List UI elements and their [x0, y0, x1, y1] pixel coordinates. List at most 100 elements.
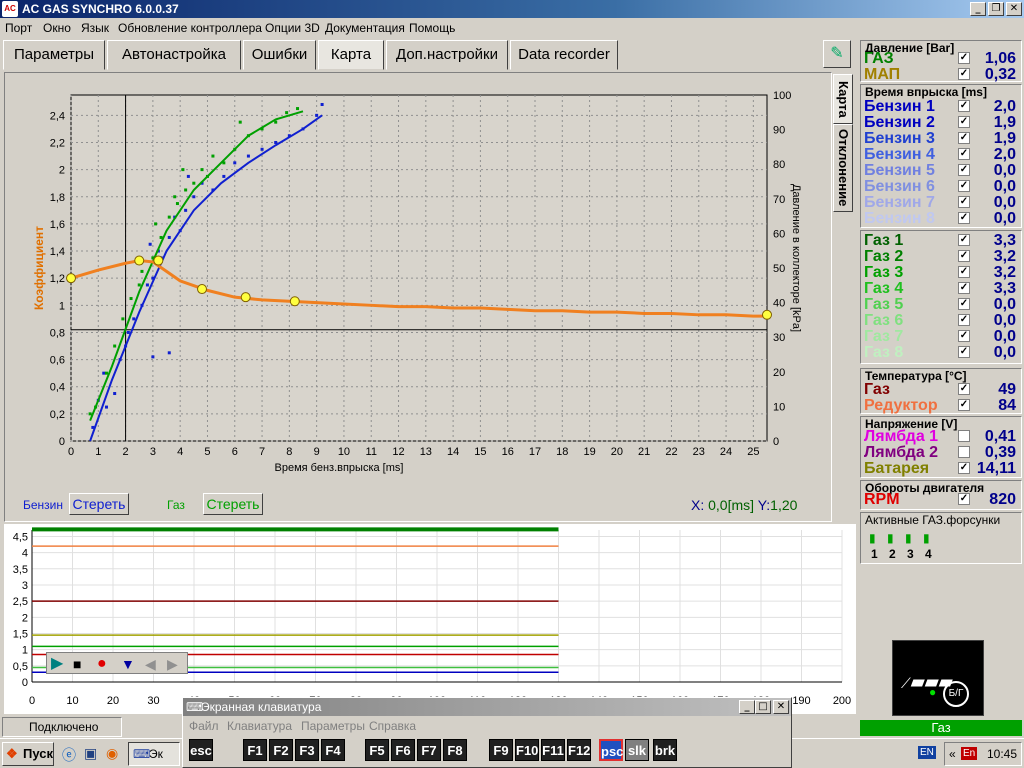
temp-row-checkbox[interactable]: ✓ — [958, 399, 970, 411]
recorder-chart[interactable]: 0102030405060708090100110120130140150160… — [4, 524, 856, 714]
tab-extra-settings[interactable]: Доп.настройки — [386, 40, 508, 70]
gas-row-checkbox[interactable]: ✓ — [958, 298, 970, 310]
injector-4-label: 4 — [925, 547, 932, 561]
tray-arrow-icon[interactable]: « — [949, 747, 956, 761]
key-slk[interactable]: slk — [625, 739, 649, 761]
lower-x-tick-label: 20 — [107, 695, 119, 707]
firefox-icon[interactable]: ◉ — [106, 745, 118, 762]
pressure-row-checkbox[interactable]: ✓ — [958, 52, 970, 64]
ie-icon[interactable]: ⓔ — [62, 745, 76, 765]
key-f9[interactable]: F9 — [489, 739, 513, 761]
key-esc[interactable]: esc — [189, 739, 213, 761]
injection-row-checkbox[interactable]: ✓ — [958, 132, 970, 144]
benzin-point — [102, 371, 106, 375]
vtab-deviation[interactable]: Отклонение — [833, 124, 853, 212]
tab-map[interactable]: Карта — [318, 40, 384, 70]
osk-minimize-button[interactable]: _ — [739, 700, 755, 714]
rpm-row-checkbox[interactable]: ✓ — [958, 493, 970, 505]
gas-row-checkbox[interactable]: ✓ — [958, 266, 970, 278]
recorder-chart-svg: 0102030405060708090100110120130140150160… — [13, 527, 851, 707]
gas-row-checkbox[interactable]: ✓ — [958, 346, 970, 358]
key-f4[interactable]: F4 — [321, 739, 345, 761]
injection-row-checkbox[interactable]: ✓ — [958, 164, 970, 176]
gas-row-checkbox[interactable]: ✓ — [958, 234, 970, 246]
menu-window[interactable]: Окно — [43, 21, 71, 35]
next-icon[interactable]: ▶ — [167, 655, 185, 673]
gaz-point — [274, 120, 278, 124]
prev-icon[interactable]: ◀ — [145, 655, 163, 673]
lang-indicator[interactable]: EN — [918, 746, 936, 759]
key-f2[interactable]: F2 — [269, 739, 293, 761]
gas-row-checkbox[interactable]: ✓ — [958, 330, 970, 342]
key-f3[interactable]: F3 — [295, 739, 319, 761]
gas-row-checkbox[interactable]: ✓ — [958, 282, 970, 294]
key-psc[interactable]: psc — [599, 739, 623, 761]
menu-controller-update[interactable]: Обновление контроллера — [118, 21, 262, 35]
gas-row-checkbox[interactable]: ✓ — [958, 250, 970, 262]
record-icon[interactable]: ● — [97, 655, 115, 673]
key-brk[interactable]: brk — [653, 739, 677, 761]
menu-3d-options[interactable]: Опции 3D — [265, 21, 320, 35]
temp-row-checkbox[interactable]: ✓ — [958, 383, 970, 395]
tray-lang[interactable]: En — [961, 747, 978, 760]
gaz-point — [260, 127, 264, 131]
injection-row-checkbox[interactable]: ✓ — [958, 148, 970, 160]
osk-menu-help[interactable]: Справка — [369, 719, 416, 733]
pressure-node — [134, 255, 145, 266]
injection-row-checkbox[interactable]: ✓ — [958, 196, 970, 208]
maximize-button[interactable]: ❐ — [988, 2, 1004, 16]
key-f12[interactable]: F12 — [567, 739, 591, 761]
osk-close-button[interactable]: ✕ — [773, 700, 789, 714]
menu-language[interactable]: Язык — [81, 21, 109, 35]
injection-row-checkbox[interactable]: ✓ — [958, 100, 970, 112]
key-f7[interactable]: F7 — [417, 739, 441, 761]
key-f8[interactable]: F8 — [443, 739, 467, 761]
gaz-point — [181, 168, 185, 172]
gaz-point — [222, 161, 226, 165]
close-button[interactable]: ✕ — [1006, 2, 1022, 16]
download-icon[interactable]: ▼ — [121, 655, 139, 673]
minimize-button[interactable]: _ — [970, 2, 986, 16]
save-icon[interactable]: ▣ — [84, 745, 97, 762]
menu-documentation[interactable]: Документация — [325, 21, 405, 35]
osk-maximize-button[interactable]: □ — [755, 700, 771, 714]
injection-row-checkbox[interactable]: ✓ — [958, 116, 970, 128]
key-f6[interactable]: F6 — [391, 739, 415, 761]
benzin-point — [140, 303, 144, 307]
taskbar-item[interactable]: ⌨ Эк — [128, 742, 180, 766]
vtab-map[interactable]: Карта — [833, 74, 853, 124]
x-tick-label: 23 — [693, 446, 705, 458]
key-f11[interactable]: F11 — [541, 739, 565, 761]
gas-row-checkbox[interactable]: ✓ — [958, 314, 970, 326]
stop-icon[interactable]: ■ — [73, 655, 91, 673]
osk-titlebar[interactable]: ⌨ Экранная клавиатура _ □ ✕ — [183, 698, 791, 716]
key-f5[interactable]: F5 — [365, 739, 389, 761]
key-f1[interactable]: F1 — [243, 739, 267, 761]
tab-errors[interactable]: Ошибки — [243, 40, 316, 70]
injection-row-checkbox[interactable]: ✓ — [958, 180, 970, 192]
pressure-row-checkbox[interactable]: ✓ — [958, 68, 970, 80]
tab-data-recorder[interactable]: Data recorder — [510, 40, 618, 70]
map-chart[interactable]: 0 1 2 3 4 5 6 7 8 9 10 11 12 13 14 15 16 17 18 19 20 21 22 23 24… — [5, 73, 831, 521]
benzin-point — [222, 174, 226, 178]
injection-row-checkbox[interactable]: ✓ — [958, 212, 970, 224]
tab-autotune[interactable]: Автонастройка — [107, 40, 241, 70]
key-f10[interactable]: F10 — [515, 739, 539, 761]
osk-menu-settings[interactable]: Параметры — [301, 719, 365, 733]
benzin-point — [167, 351, 171, 355]
osk-menu-keyboard[interactable]: Клавиатура — [227, 719, 292, 733]
menu-help[interactable]: Помощь — [409, 21, 455, 35]
clear-benzin-button[interactable]: Стереть — [69, 493, 129, 515]
osk-menu-file[interactable]: Файл — [189, 719, 219, 733]
voltage-row-checkbox[interactable] — [958, 430, 970, 442]
voltage-row-checkbox[interactable]: ✓ — [958, 462, 970, 474]
tab-parameters[interactable]: Параметры — [3, 40, 105, 70]
menu-port[interactable]: Порт — [5, 21, 32, 35]
voltage-row-checkbox[interactable] — [958, 446, 970, 458]
clear-gaz-button[interactable]: Стереть — [203, 493, 263, 515]
tool-button[interactable]: ✎ — [823, 40, 851, 68]
play-icon[interactable]: ▶ — [51, 655, 69, 673]
fuel-switch[interactable]: ⟋▰▰▰ ● Б/Г — [892, 640, 984, 716]
x-tick-label: 13 — [420, 446, 432, 458]
start-button[interactable]: ❖ Пуск — [2, 742, 54, 766]
